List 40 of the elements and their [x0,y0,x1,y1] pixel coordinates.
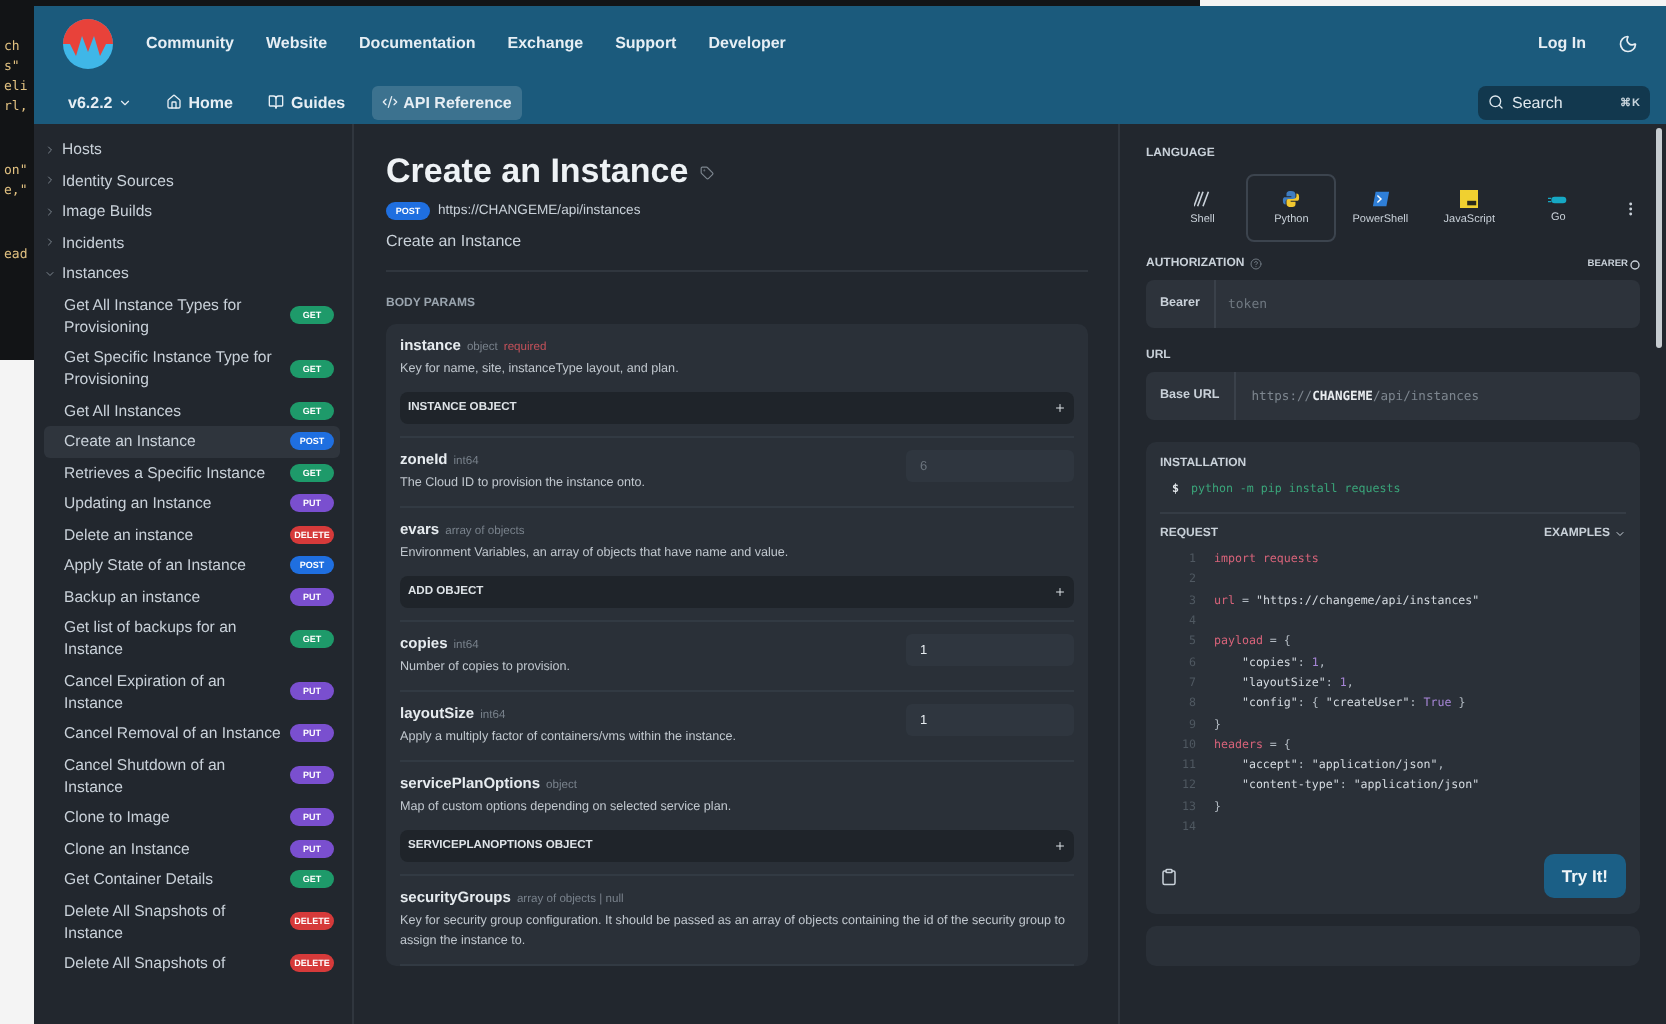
nav-link[interactable]: Developer [708,34,786,52]
shell-icon [1193,190,1212,208]
chevron-right-icon [44,174,56,187]
powershell-icon [1371,190,1390,208]
home-icon [166,94,183,110]
chevron-down-icon [1614,528,1626,540]
radio-icon [1630,259,1640,269]
nav-link[interactable]: Community [146,34,234,52]
javascript-icon [1460,190,1479,208]
plus-icon [1054,586,1066,598]
nav-tab[interactable]: Home [156,85,243,119]
chevron-down-icon [118,95,133,109]
book-icon [268,94,285,110]
nav-link[interactable]: Website [266,34,328,52]
try-it-button[interactable]: Try It! [1543,854,1626,899]
plus-icon [1054,402,1066,414]
nav-link[interactable]: Documentation [359,34,476,52]
nav-link[interactable]: Exchange [507,34,584,52]
nav-tab[interactable]: Guides [258,85,356,119]
page-title: Create an Instance [386,152,689,192]
login-link[interactable]: Log In [1538,34,1586,52]
chevron-right-icon [44,205,56,218]
version-selector[interactable]: v6.2.2 [68,93,133,111]
chevron-right-icon [44,236,56,249]
python-icon [1282,190,1301,208]
plus-icon [1054,840,1066,852]
chevron-right-icon [44,143,56,156]
help-icon[interactable] [1250,258,1263,270]
code-icon [381,94,398,110]
clipboard-icon[interactable] [1160,867,1178,886]
tag-icon [700,165,715,179]
logo-icon[interactable] [62,17,114,69]
chevron-down-icon [44,267,56,280]
endpoint-description: Create an Instance [386,232,524,250]
scrollbar-thumb[interactable] [1656,128,1662,348]
nav-tab[interactable]: API Reference [371,85,522,119]
moon-icon[interactable] [1618,33,1638,53]
search-icon [1488,94,1504,110]
nav-link[interactable]: Support [615,34,677,52]
search-input[interactable]: Search [1512,93,1613,111]
